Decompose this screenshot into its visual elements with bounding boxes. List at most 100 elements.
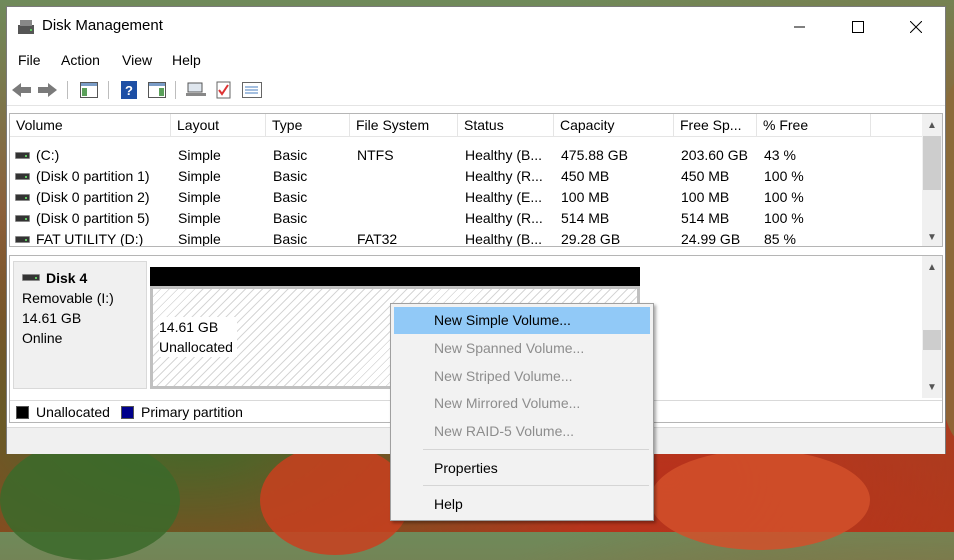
percent-free-cell: 100 % — [764, 210, 804, 226]
removable-disk-icon — [22, 273, 40, 281]
toolbar: ? — [7, 75, 945, 106]
show-hide-action-pane-button[interactable] — [146, 79, 168, 101]
wallpaper-foliage — [650, 450, 870, 550]
properties-checklist-button[interactable] — [213, 79, 235, 101]
menu-file[interactable]: File — [18, 52, 41, 68]
scroll-thumb[interactable] — [923, 136, 941, 190]
legend-label-unallocated: Unallocated — [36, 404, 110, 420]
table-row[interactable]: (Disk 0 partition 5) Simple Basic Health… — [10, 208, 922, 229]
graphical-view-scrollbar[interactable]: ▲ ▼ — [922, 256, 942, 398]
scroll-up-arrow-icon[interactable]: ▲ — [922, 116, 942, 134]
volume-info: 14.61 GB Unallocated — [159, 317, 237, 357]
menu-item-new-raid5-volume[interactable]: New RAID-5 Volume... — [394, 418, 650, 445]
volume-cell: (Disk 0 partition 5) — [10, 208, 171, 229]
table-row[interactable]: (Disk 0 partition 1) Simple Basic Health… — [10, 166, 922, 187]
column-header-volume[interactable]: Volume — [10, 114, 171, 136]
menu-separator — [423, 449, 649, 450]
column-header-capacity[interactable]: Capacity — [554, 114, 674, 136]
percent-free-cell: 43 % — [764, 147, 796, 163]
free-space-cell: 24.99 GB — [681, 231, 741, 247]
back-icon — [12, 83, 31, 97]
volume-name: (C:) — [36, 147, 60, 163]
menu-item-help[interactable]: Help — [394, 491, 650, 518]
file-system-cell — [350, 187, 458, 208]
menu-separator — [423, 485, 649, 486]
menu-item-new-spanned-volume[interactable]: New Spanned Volume... — [394, 335, 650, 362]
percent-free-cell: 100 % — [764, 168, 804, 184]
file-system-cell — [350, 208, 458, 229]
column-header-free-space[interactable]: Free Sp... — [674, 114, 757, 136]
volume-list-scrollbar[interactable]: ▲ ▼ — [922, 114, 942, 246]
menu-item-new-striped-volume[interactable]: New Striped Volume... — [394, 363, 650, 390]
volume-drive-icon — [15, 151, 30, 159]
legend-label-primary-partition: Primary partition — [141, 404, 243, 420]
type-cell: Basic — [273, 147, 308, 163]
free-space-cell: 450 MB — [681, 168, 730, 184]
minimize-button[interactable] — [777, 7, 823, 47]
volume-cell: (C:) — [10, 145, 171, 166]
volume-cell: (Disk 0 partition 2) — [10, 187, 171, 208]
volume-name: (Disk 0 partition 5) — [36, 210, 150, 226]
menu-help[interactable]: Help — [172, 52, 201, 68]
volume-size: 14.61 GB — [159, 319, 219, 335]
volume-state: Unallocated — [159, 339, 233, 355]
window-title: Disk Management — [42, 17, 163, 34]
list-view-icon — [242, 82, 262, 98]
status-cell: Healthy (B... — [465, 147, 543, 163]
column-header-file-system[interactable]: File System — [350, 114, 458, 136]
layout-cell: Simple — [178, 231, 221, 247]
back-button[interactable] — [11, 79, 33, 101]
volume-list[interactable]: Volume Layout Type File System Status Ca… — [9, 113, 943, 247]
table-row[interactable]: (Disk 0 partition 2) Simple Basic Health… — [10, 187, 922, 208]
connect-icon — [186, 82, 206, 96]
title-bar[interactable]: Disk Management — [7, 7, 945, 47]
legend-swatch-primary-partition — [121, 406, 134, 419]
column-header-layout[interactable]: Layout — [171, 114, 266, 136]
menu-item-properties[interactable]: Properties — [394, 455, 650, 482]
volume-drive-icon — [15, 172, 30, 180]
connect-button[interactable] — [185, 79, 207, 101]
scroll-down-arrow-icon[interactable]: ▼ — [922, 228, 942, 246]
status-cell: Healthy (R... — [465, 210, 543, 226]
list-view-button[interactable] — [241, 79, 263, 101]
column-header-type[interactable]: Type — [266, 114, 350, 136]
column-header-percent-free[interactable]: % Free — [757, 114, 871, 136]
help-button[interactable]: ? — [118, 79, 140, 101]
volume-name: (Disk 0 partition 2) — [36, 189, 150, 205]
forward-icon — [38, 83, 57, 97]
type-cell: Basic — [273, 210, 308, 226]
menu-item-new-simple-volume[interactable]: New Simple Volume... — [394, 307, 650, 334]
volume-name: FAT UTILITY (D:) — [36, 231, 144, 247]
forward-button[interactable] — [37, 79, 59, 101]
percent-free-cell: 100 % — [764, 189, 804, 205]
status-cell: Healthy (E... — [465, 189, 543, 205]
menu-action[interactable]: Action — [61, 52, 100, 68]
capacity-cell: 100 MB — [561, 189, 610, 205]
table-row[interactable]: FAT UTILITY (D:) Simple Basic FAT32 Heal… — [10, 229, 922, 247]
show-hide-console-tree-button[interactable] — [78, 79, 100, 101]
layout-cell: Simple — [178, 189, 221, 205]
legend-swatch-unallocated — [16, 406, 29, 419]
scroll-thumb[interactable] — [923, 330, 941, 350]
close-button[interactable] — [893, 7, 939, 47]
scroll-down-arrow-icon[interactable]: ▼ — [922, 378, 942, 396]
close-icon — [910, 21, 922, 33]
toolbar-separator — [67, 81, 68, 99]
disk-4-label[interactable]: Disk 4 Removable (I:) 14.61 GB Online — [13, 261, 147, 389]
disk-management-app-icon — [18, 20, 34, 34]
free-space-cell: 514 MB — [681, 210, 730, 226]
menu-view[interactable]: View — [122, 52, 152, 68]
maximize-button[interactable] — [835, 7, 881, 47]
free-space-cell: 100 MB — [681, 189, 730, 205]
column-header-status[interactable]: Status — [458, 114, 554, 136]
file-system-cell: FAT32 — [357, 231, 398, 247]
menu-item-new-mirrored-volume[interactable]: New Mirrored Volume... — [394, 390, 650, 417]
scroll-up-arrow-icon[interactable]: ▲ — [922, 258, 942, 276]
table-row[interactable]: (C:) Simple Basic NTFS Healthy (B... 475… — [10, 145, 922, 166]
layout-cell: Simple — [178, 147, 221, 163]
volume-drive-icon — [15, 193, 30, 201]
toolbar-separator — [108, 81, 109, 99]
volume-drive-icon — [15, 235, 30, 243]
volume-cell: (Disk 0 partition 1) — [10, 166, 171, 187]
status-cell: Healthy (R... — [465, 168, 543, 184]
